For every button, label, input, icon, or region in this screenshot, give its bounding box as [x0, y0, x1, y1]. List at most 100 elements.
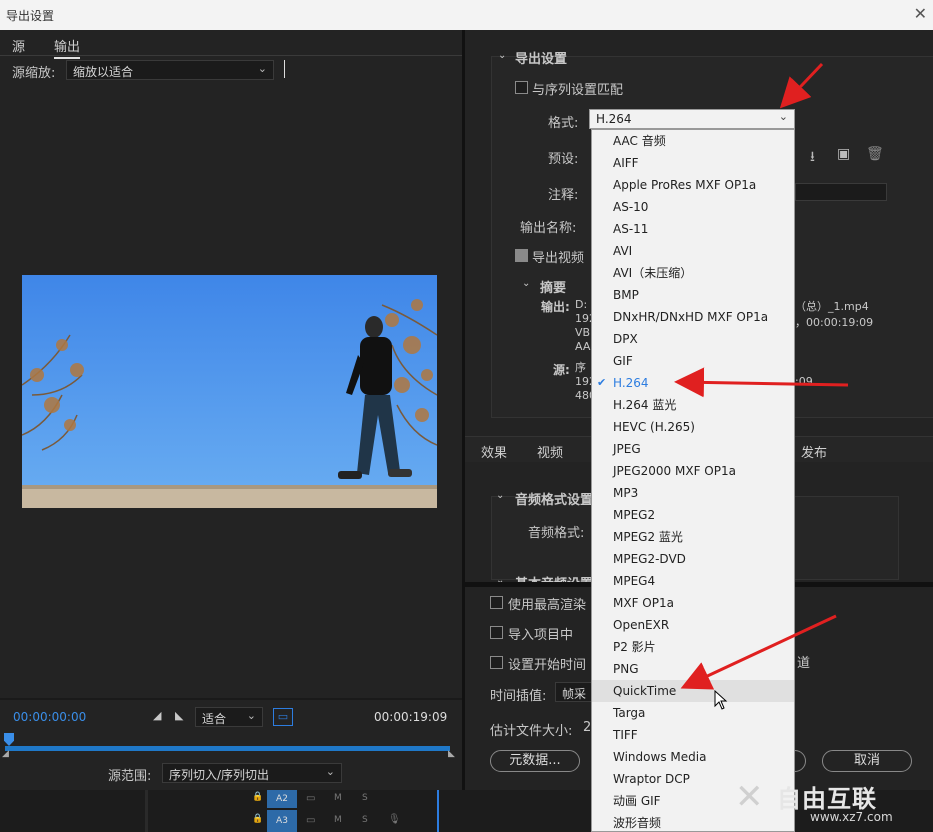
format-option-selected[interactable]: H.264 [592, 372, 794, 394]
format-option[interactable]: Targa [592, 702, 794, 724]
format-option[interactable]: MXF OP1a [592, 592, 794, 614]
tab-source[interactable]: 源 [12, 36, 25, 55]
range-out-handle[interactable]: ◣ [448, 749, 455, 759]
export-video-checkbox[interactable] [515, 249, 528, 262]
format-option[interactable]: AS-10 [592, 196, 794, 218]
format-option-hovered[interactable]: QuickTime [592, 680, 794, 702]
mute-button[interactable]: M [334, 815, 342, 825]
source-range-value: 序列切入/序列切出 [169, 768, 270, 782]
format-option[interactable]: BMP [592, 284, 794, 306]
format-option[interactable]: DNxHR/DNxHD MXF OP1a [592, 306, 794, 328]
watermark-logo: ✕ 自由互联 www.xz7.com [735, 775, 930, 830]
format-option[interactable]: DPX [592, 328, 794, 350]
fit-value: 适合 [202, 712, 227, 726]
audio-chevron-icon[interactable]: ⌄ [496, 490, 504, 501]
import-project-label: 导入项目中 [508, 628, 574, 643]
basic-audio-header: 基本音频设置 [515, 573, 593, 582]
playhead-handle[interactable] [4, 733, 14, 746]
collapse-chevron-icon[interactable]: ⌄ [498, 50, 506, 61]
format-option[interactable]: Apple ProRes MXF OP1a [592, 174, 794, 196]
lock-icon[interactable]: 🔒 [252, 792, 263, 802]
source-scale-label: 源缩放: [12, 66, 56, 81]
summary-chevron-icon[interactable]: ⌄ [522, 278, 530, 289]
comments-label: 注释: [548, 188, 579, 203]
import-preset-icon[interactable]: ▣ [837, 146, 850, 162]
timeline-range-bar[interactable] [5, 746, 450, 751]
format-option[interactable]: MPEG2 蓝光 [592, 526, 794, 548]
aspect-ratio-icon[interactable]: ▭ [273, 708, 293, 726]
preset-label: 预设: [548, 152, 579, 167]
time-interpolation-select[interactable]: 帧采 [555, 682, 595, 702]
mouse-cursor-icon [714, 690, 728, 710]
tab-publish[interactable]: 发布 [801, 442, 827, 461]
format-option[interactable]: AS-11 [592, 218, 794, 240]
summary-output-duration: ，00:00:19:09 [795, 316, 874, 329]
source-scale-select[interactable]: 缩放以适合 ⌄ [66, 60, 274, 80]
mute-button[interactable]: M [334, 793, 342, 803]
video-preview [22, 275, 437, 508]
match-sequence-label: 与序列设置匹配 [532, 83, 624, 98]
solo-button[interactable]: S [362, 793, 368, 803]
format-option[interactable]: TIFF [592, 724, 794, 746]
source-range-label: 源范围: [108, 769, 152, 784]
save-preset-icon[interactable]: ⭳ [810, 146, 815, 170]
trash-icon[interactable]: 🗑 [866, 146, 884, 162]
sync-icon[interactable]: ▭ [306, 815, 315, 826]
format-option[interactable]: GIF [592, 350, 794, 372]
set-start-time-checkbox[interactable] [490, 656, 503, 669]
format-option[interactable]: MP3 [592, 482, 794, 504]
comments-input[interactable] [795, 183, 887, 201]
import-project-checkbox[interactable] [490, 626, 503, 639]
separator [0, 698, 462, 700]
track-a2[interactable]: A2 [267, 790, 297, 808]
mic-icon[interactable]: 🎙 [388, 814, 401, 825]
time-interpolation-value: 帧采 [562, 687, 587, 701]
sync-icon[interactable]: ▭ [306, 793, 315, 804]
tab-effects[interactable]: 效果 [481, 442, 507, 461]
format-option[interactable]: PNG [592, 658, 794, 680]
metadata-button[interactable]: 元数据... [490, 750, 580, 772]
format-option[interactable]: AVI [592, 240, 794, 262]
mark-out-icon[interactable]: ◣ [175, 709, 183, 722]
match-sequence-checkbox[interactable] [515, 81, 528, 94]
solo-button[interactable]: S [362, 815, 368, 825]
lock-icon[interactable]: 🔒 [252, 814, 263, 824]
format-select[interactable]: H.264 ⌄ [589, 109, 795, 129]
fit-select[interactable]: 适合 ⌄ [195, 707, 263, 727]
timeline-playhead[interactable] [437, 790, 439, 832]
summary-header: 摘要 [540, 281, 567, 296]
format-option[interactable]: OpenEXR [592, 614, 794, 636]
format-option[interactable]: MPEG4 [592, 570, 794, 592]
channel-label: 道 [797, 656, 811, 671]
format-option[interactable]: Windows Media [592, 746, 794, 768]
close-icon[interactable]: ✕ [914, 4, 927, 23]
set-start-time-label: 设置开始时间 [508, 658, 587, 673]
chevron-down-icon: ⌄ [257, 62, 267, 75]
track-a3[interactable]: A3 [267, 810, 297, 832]
mark-in-icon[interactable]: ◢ [153, 709, 161, 722]
watermark-site: www.xz7.com [810, 810, 893, 824]
chevron-down-icon: ⌄ [325, 765, 335, 778]
format-option[interactable]: H.264 蓝光 [592, 394, 794, 416]
format-option[interactable]: HEVC (H.265) [592, 416, 794, 438]
left-pane: 源 输出 源缩放: 缩放以适合 ⌄ 00:00:00:00 ◢ ◣ 适合 ⌄ ▭… [0, 30, 462, 790]
format-option[interactable]: JPEG [592, 438, 794, 460]
format-option[interactable]: P2 影片 [592, 636, 794, 658]
watermark-brand: 自由互联 [777, 785, 877, 813]
format-value: H.264 [596, 112, 632, 126]
format-option[interactable]: MPEG2 [592, 504, 794, 526]
range-in-handle[interactable]: ◢ [2, 749, 9, 759]
max-render-checkbox[interactable] [490, 596, 503, 609]
cancel-button[interactable]: 取消 [822, 750, 912, 772]
source-range-select[interactable]: 序列切入/序列切出 ⌄ [162, 763, 342, 783]
format-option[interactable]: AAC 音频 [592, 130, 794, 152]
format-option[interactable]: AIFF [592, 152, 794, 174]
audio-format-header: 音频格式设置 [515, 493, 594, 508]
format-option[interactable]: MPEG2-DVD [592, 548, 794, 570]
output-name-label: 输出名称: [520, 221, 577, 236]
timecode-current[interactable]: 00:00:00:00 [13, 710, 86, 724]
format-option[interactable]: AVI（未压缩） [592, 262, 794, 284]
chevron-down-icon: ⌄ [246, 709, 256, 722]
tab-video[interactable]: 视频 [537, 442, 563, 461]
format-option[interactable]: JPEG2000 MXF OP1a [592, 460, 794, 482]
